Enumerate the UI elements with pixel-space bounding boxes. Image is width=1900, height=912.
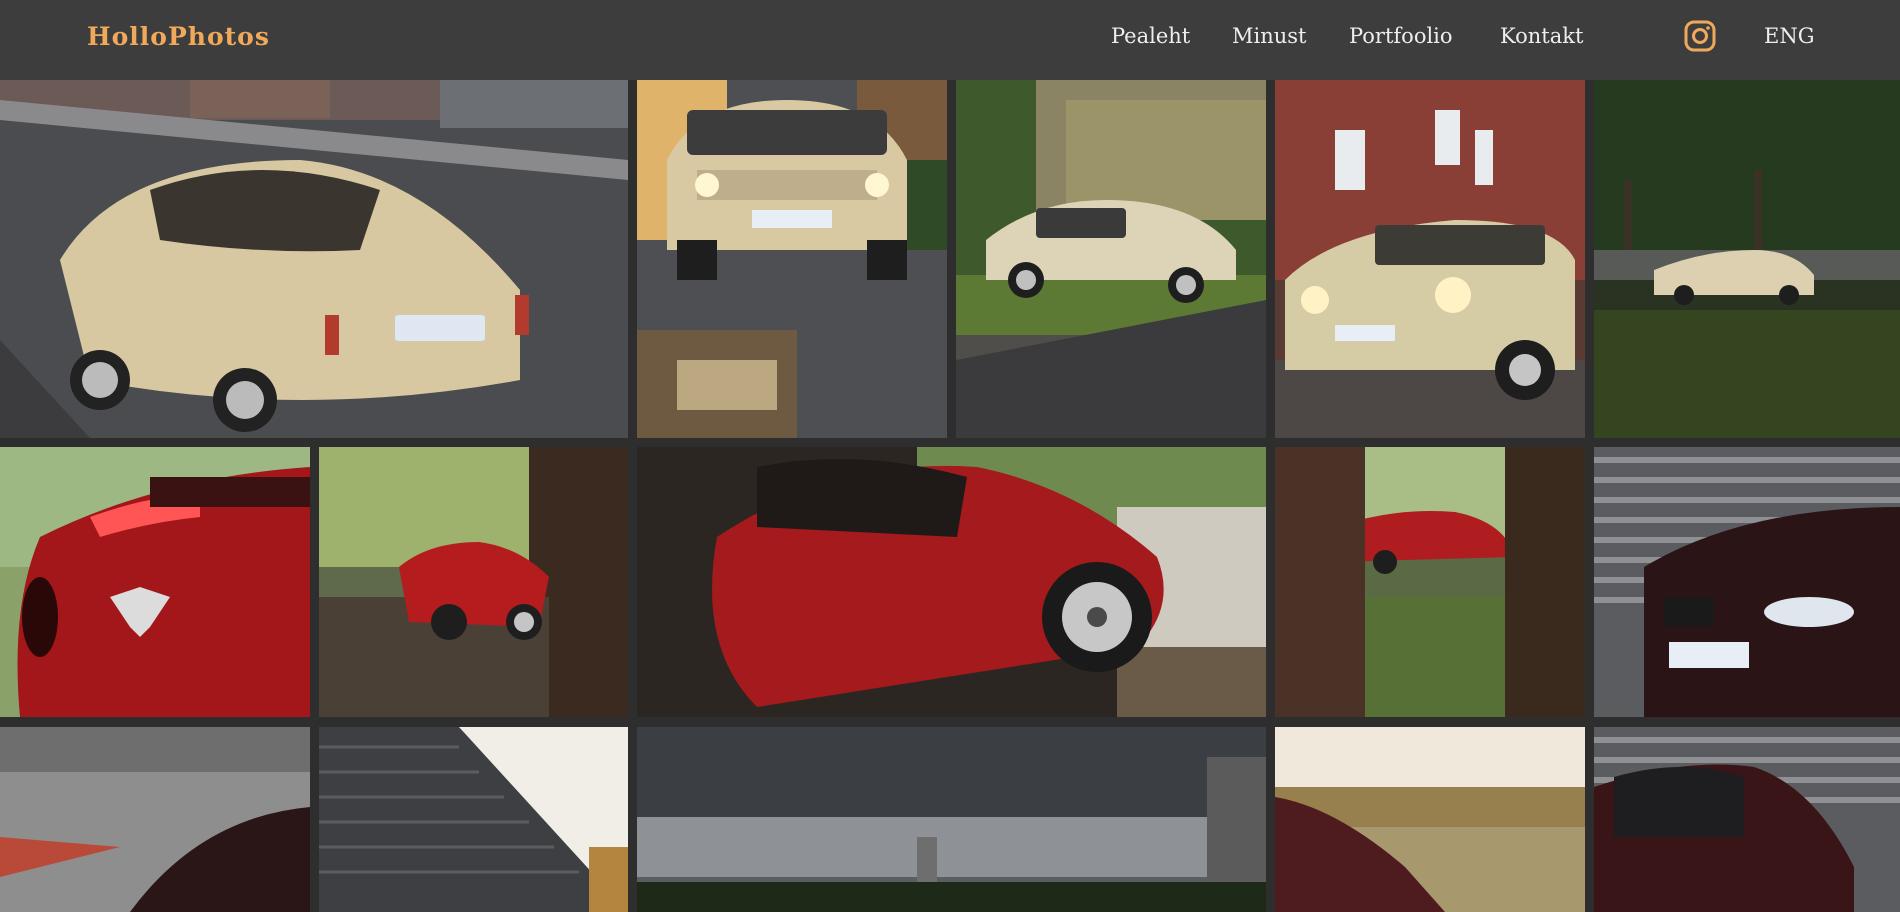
gallery-photo-cloudy-skyline[interactable] bbox=[637, 727, 1266, 912]
gallery-photo-bmw-street-trees[interactable] bbox=[1594, 80, 1900, 438]
gallery-photo-bmw-rear[interactable] bbox=[0, 80, 628, 438]
nav-link-home[interactable]: Pealeht bbox=[1111, 24, 1190, 48]
gallery-photo-bmw-front-puddle[interactable] bbox=[637, 80, 947, 438]
instagram-icon[interactable] bbox=[1684, 20, 1716, 52]
top-navbar: HolloPhotos Pealeht Minust Portfoolio Ko… bbox=[0, 0, 1900, 80]
gallery-photo-dark-bmw-rear[interactable] bbox=[0, 727, 310, 912]
gallery-photo-dark-bmw-rear-wall[interactable] bbox=[1594, 727, 1900, 912]
gallery-photo-corvette-emblem[interactable] bbox=[0, 447, 310, 717]
gallery-photo-dark-bmw-front[interactable] bbox=[1594, 447, 1900, 717]
gallery-photo-bmw-front-brick[interactable] bbox=[1275, 80, 1585, 438]
gallery-photo-dark-bmw-autumn[interactable] bbox=[1275, 727, 1585, 912]
gallery-photo-garage-roof[interactable] bbox=[319, 727, 628, 912]
language-switch[interactable]: ENG bbox=[1764, 24, 1814, 48]
gallery-photo-corvette-side[interactable] bbox=[637, 447, 1266, 717]
nav-link-about[interactable]: Minust bbox=[1232, 24, 1306, 48]
nav-link-portfolio[interactable]: Portfoolio bbox=[1349, 24, 1453, 48]
gallery-photo-corvette-under-tree[interactable] bbox=[319, 447, 628, 717]
gallery-photo-corvette-behind-tree[interactable] bbox=[1275, 447, 1585, 717]
brand-logo[interactable]: HolloPhotos bbox=[87, 22, 270, 51]
gallery-photo-bmw-side-ivy[interactable] bbox=[956, 80, 1266, 438]
nav-link-contact[interactable]: Kontakt bbox=[1500, 24, 1583, 48]
